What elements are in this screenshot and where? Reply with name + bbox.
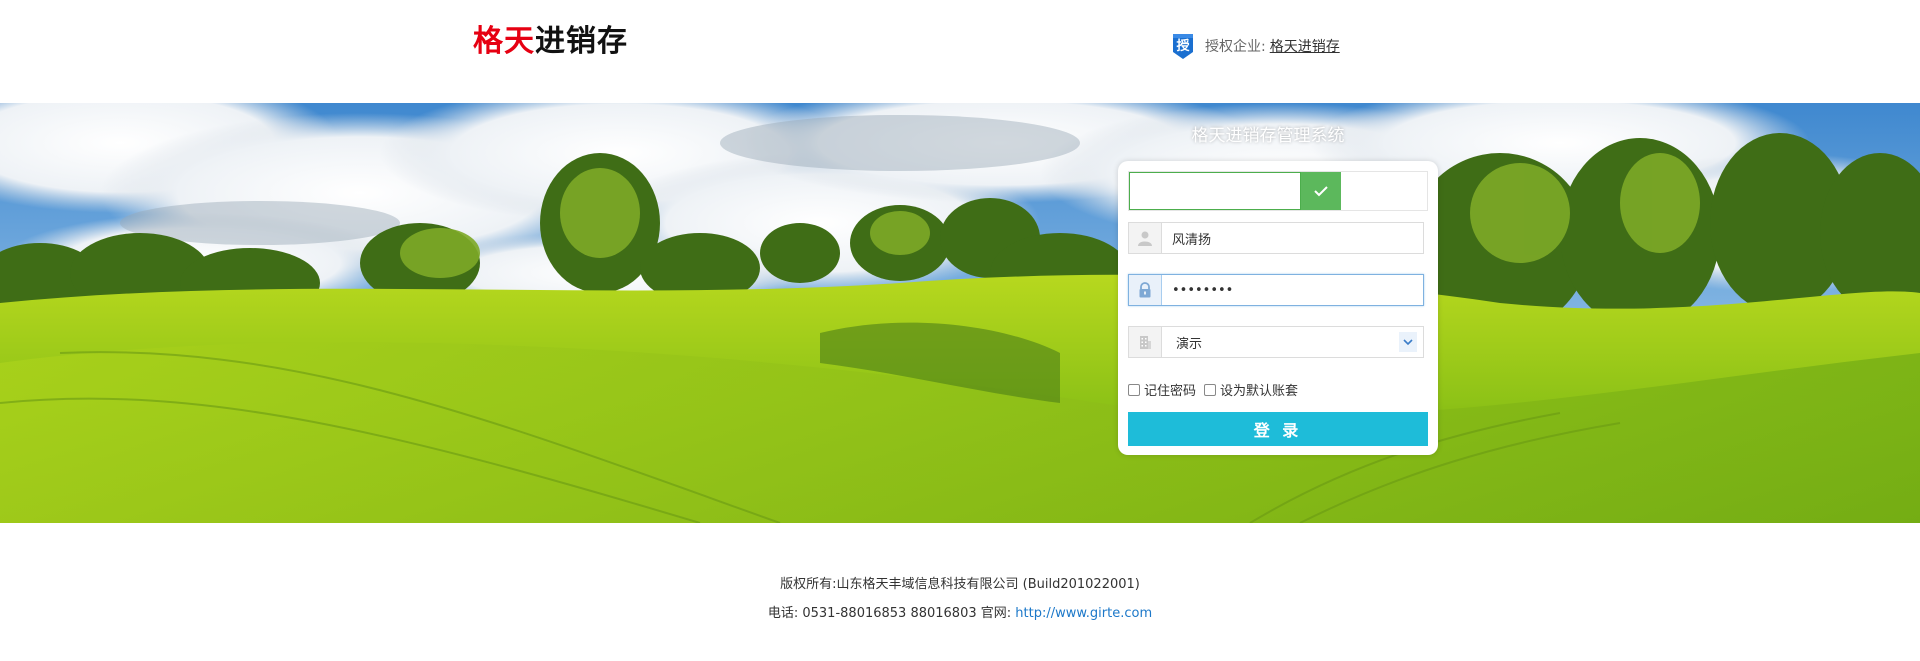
password-field[interactable] <box>1128 274 1424 306</box>
login-options: 记住密码 设为默认账套 <box>1128 380 1306 399</box>
auth-label: 授权企业: <box>1205 39 1266 55</box>
chevron-down-icon[interactable] <box>1399 332 1417 352</box>
phone-text: 电话: 0531-88016853 88016803 官网: <box>767 606 1016 621</box>
user-icon <box>1129 223 1162 253</box>
remember-password-option[interactable]: 记住密码 <box>1128 380 1196 399</box>
auth-badge-text: 授 <box>1176 38 1190 54</box>
remember-password-checkbox[interactable] <box>1128 383 1140 396</box>
default-account-checkbox[interactable] <box>1204 383 1217 396</box>
slide-verify-handle[interactable] <box>1301 172 1341 210</box>
lock-icon <box>1129 275 1162 305</box>
login-panel: 演示 记住密码 设为默认账套 登 录 <box>1118 161 1438 455</box>
login-button[interactable]: 登 录 <box>1128 412 1428 446</box>
slide-verify[interactable] <box>1128 171 1428 211</box>
account-set-select[interactable]: 演示 <box>1128 326 1424 358</box>
building-icon <box>1129 327 1162 357</box>
hero-banner <box>0 103 1920 523</box>
account-set-value: 演示 <box>1176 336 1203 352</box>
default-account-option[interactable]: 设为默认账套 <box>1204 380 1298 399</box>
default-account-label: 设为默认账套 <box>1220 384 1299 399</box>
page-footer: 版权所有:山东格天丰域信息科技有限公司 (Build201022001) 电话:… <box>0 570 1920 628</box>
copyright-text: 版权所有:山东格天丰域信息科技有限公司 (Build201022001) <box>780 577 1140 592</box>
shield-badge-icon: 授 <box>1171 32 1195 60</box>
slide-verify-track <box>1129 172 1301 210</box>
page-header: 格天进销存 授 授权企业: 格天进销存 <box>0 0 1920 103</box>
landscape-image <box>0 103 1920 523</box>
authorized-company: 授 授权企业: 格天进销存 <box>1171 32 1340 60</box>
remember-password-label: 记住密码 <box>1144 384 1197 399</box>
logo-red-text: 格天 <box>473 24 535 59</box>
website-link[interactable]: http://www.girte.com <box>1015 606 1152 621</box>
auth-company-link[interactable]: 格天进销存 <box>1270 36 1340 56</box>
username-field[interactable] <box>1128 222 1424 254</box>
username-input[interactable] <box>1162 223 1423 253</box>
logo-black-text: 进销存 <box>535 24 628 59</box>
contact-line: 电话: 0531-88016853 88016803 官网: http://ww… <box>0 599 1920 628</box>
check-icon <box>1314 182 1328 201</box>
password-input[interactable] <box>1162 275 1423 305</box>
system-title: 格天进销存管理系统 <box>1191 126 1345 146</box>
logo: 格天进销存 <box>473 16 628 60</box>
